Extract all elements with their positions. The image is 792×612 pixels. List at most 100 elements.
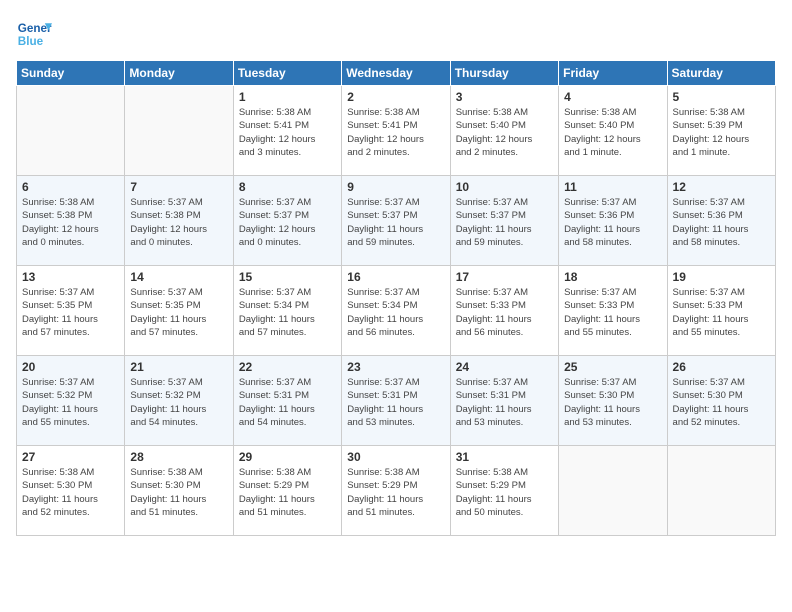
- calendar-week-4: 20Sunrise: 5:37 AMSunset: 5:32 PMDayligh…: [17, 356, 776, 446]
- day-info: Sunrise: 5:37 AMSunset: 5:32 PMDaylight:…: [22, 376, 119, 429]
- calendar-cell: 5 Sunrise: 5:38 AMSunset: 5:39 PMDaylight…: [667, 86, 775, 176]
- day-info: Sunrise: 5:37 AMSunset: 5:35 PMDaylight:…: [22, 286, 119, 339]
- day-number: 23: [347, 360, 444, 374]
- day-number: 19: [673, 270, 770, 284]
- day-info: Sunrise: 5:37 AMSunset: 5:30 PMDaylight:…: [673, 376, 770, 429]
- calendar-cell: 24 Sunrise: 5:37 AMSunset: 5:31 PMDayligh…: [450, 356, 558, 446]
- day-number: 2: [347, 90, 444, 104]
- calendar-week-5: 27 Sunrise: 5:38 AMSunset: 5:30 PMDayligh…: [17, 446, 776, 536]
- day-number: 22: [239, 360, 336, 374]
- day-info: Sunrise: 5:37 AMSunset: 5:36 PMDaylight:…: [673, 196, 770, 249]
- day-info: Sunrise: 5:37 AMSunset: 5:33 PMDaylight:…: [456, 286, 553, 339]
- day-number: 27: [22, 450, 119, 464]
- day-number: 26: [673, 360, 770, 374]
- day-number: 30: [347, 450, 444, 464]
- calendar-cell: 9 Sunrise: 5:37 AMSunset: 5:37 PMDaylight…: [342, 176, 450, 266]
- calendar-table: SundayMondayTuesdayWednesdayThursdayFrid…: [16, 60, 776, 536]
- svg-text:Blue: Blue: [18, 35, 44, 48]
- weekday-header-friday: Friday: [559, 61, 667, 86]
- day-info: Sunrise: 5:37 AMSunset: 5:34 PMDaylight:…: [347, 286, 444, 339]
- day-info: Sunrise: 5:37 AMSunset: 5:33 PMDaylight:…: [673, 286, 770, 339]
- day-info: Sunrise: 5:38 AMSunset: 5:30 PMDaylight:…: [22, 466, 119, 519]
- calendar-cell: 14 Sunrise: 5:37 AMSunset: 5:35 PMDayligh…: [125, 266, 233, 356]
- day-number: 6: [22, 180, 119, 194]
- day-number: 8: [239, 180, 336, 194]
- day-number: 18: [564, 270, 661, 284]
- calendar-cell: [559, 446, 667, 536]
- day-number: 14: [130, 270, 227, 284]
- calendar-cell: 6Sunrise: 5:38 AMSunset: 5:38 PMDaylight…: [17, 176, 125, 266]
- calendar-week-2: 6Sunrise: 5:38 AMSunset: 5:38 PMDaylight…: [17, 176, 776, 266]
- calendar-week-3: 13 Sunrise: 5:37 AMSunset: 5:35 PMDayligh…: [17, 266, 776, 356]
- day-info: Sunrise: 5:38 AMSunset: 5:40 PMDaylight:…: [456, 106, 553, 159]
- day-number: 9: [347, 180, 444, 194]
- calendar-cell: 13 Sunrise: 5:37 AMSunset: 5:35 PMDayligh…: [17, 266, 125, 356]
- day-number: 12: [673, 180, 770, 194]
- calendar-cell: 19 Sunrise: 5:37 AMSunset: 5:33 PMDayligh…: [667, 266, 775, 356]
- day-number: 11: [564, 180, 661, 194]
- calendar-week-1: 1 Sunrise: 5:38 AMSunset: 5:41 PMDaylight…: [17, 86, 776, 176]
- calendar-cell: 4 Sunrise: 5:38 AMSunset: 5:40 PMDaylight…: [559, 86, 667, 176]
- day-number: 4: [564, 90, 661, 104]
- day-info: Sunrise: 5:37 AMSunset: 5:35 PMDaylight:…: [130, 286, 227, 339]
- day-number: 5: [673, 90, 770, 104]
- day-number: 7: [130, 180, 227, 194]
- calendar-cell: 15 Sunrise: 5:37 AMSunset: 5:34 PMDayligh…: [233, 266, 341, 356]
- calendar-cell: [125, 86, 233, 176]
- calendar-cell: 29 Sunrise: 5:38 AMSunset: 5:29 PMDayligh…: [233, 446, 341, 536]
- weekday-header-saturday: Saturday: [667, 61, 775, 86]
- calendar-cell: 31 Sunrise: 5:38 AMSunset: 5:29 PMDayligh…: [450, 446, 558, 536]
- day-number: 1: [239, 90, 336, 104]
- weekday-header-monday: Monday: [125, 61, 233, 86]
- weekday-header-wednesday: Wednesday: [342, 61, 450, 86]
- day-number: 16: [347, 270, 444, 284]
- calendar-cell: 27 Sunrise: 5:38 AMSunset: 5:30 PMDayligh…: [17, 446, 125, 536]
- calendar-cell: 26 Sunrise: 5:37 AMSunset: 5:30 PMDayligh…: [667, 356, 775, 446]
- day-info: Sunrise: 5:38 AMSunset: 5:29 PMDaylight:…: [239, 466, 336, 519]
- calendar-cell: 1 Sunrise: 5:38 AMSunset: 5:41 PMDaylight…: [233, 86, 341, 176]
- day-info: Sunrise: 5:38 AMSunset: 5:41 PMDaylight:…: [239, 106, 336, 159]
- day-info: Sunrise: 5:37 AMSunset: 5:30 PMDaylight:…: [564, 376, 661, 429]
- calendar-cell: 10 Sunrise: 5:37 AMSunset: 5:37 PMDayligh…: [450, 176, 558, 266]
- day-info: Sunrise: 5:37 AMSunset: 5:37 PMDaylight:…: [239, 196, 336, 249]
- calendar-cell: 23Sunrise: 5:37 AMSunset: 5:31 PMDayligh…: [342, 356, 450, 446]
- day-number: 17: [456, 270, 553, 284]
- day-info: Sunrise: 5:37 AMSunset: 5:34 PMDaylight:…: [239, 286, 336, 339]
- day-info: Sunrise: 5:37 AMSunset: 5:38 PMDaylight:…: [130, 196, 227, 249]
- day-number: 15: [239, 270, 336, 284]
- day-number: 31: [456, 450, 553, 464]
- day-info: Sunrise: 5:38 AMSunset: 5:29 PMDaylight:…: [456, 466, 553, 519]
- calendar-cell: [17, 86, 125, 176]
- calendar-cell: [667, 446, 775, 536]
- day-info: Sunrise: 5:37 AMSunset: 5:31 PMDaylight:…: [456, 376, 553, 429]
- page-header: General Blue: [16, 16, 776, 52]
- calendar-cell: 20Sunrise: 5:37 AMSunset: 5:32 PMDayligh…: [17, 356, 125, 446]
- day-info: Sunrise: 5:38 AMSunset: 5:41 PMDaylight:…: [347, 106, 444, 159]
- calendar-cell: 12 Sunrise: 5:37 AMSunset: 5:36 PMDayligh…: [667, 176, 775, 266]
- calendar-cell: 2 Sunrise: 5:38 AMSunset: 5:41 PMDaylight…: [342, 86, 450, 176]
- day-number: 24: [456, 360, 553, 374]
- calendar-cell: 7 Sunrise: 5:37 AMSunset: 5:38 PMDaylight…: [125, 176, 233, 266]
- weekday-header-sunday: Sunday: [17, 61, 125, 86]
- day-info: Sunrise: 5:37 AMSunset: 5:33 PMDaylight:…: [564, 286, 661, 339]
- calendar-cell: 8 Sunrise: 5:37 AMSunset: 5:37 PMDaylight…: [233, 176, 341, 266]
- day-number: 25: [564, 360, 661, 374]
- calendar-cell: 30Sunrise: 5:38 AMSunset: 5:29 PMDayligh…: [342, 446, 450, 536]
- calendar-cell: 11Sunrise: 5:37 AMSunset: 5:36 PMDayligh…: [559, 176, 667, 266]
- day-number: 10: [456, 180, 553, 194]
- day-number: 13: [22, 270, 119, 284]
- calendar-cell: 17 Sunrise: 5:37 AMSunset: 5:33 PMDayligh…: [450, 266, 558, 356]
- calendar-cell: 28 Sunrise: 5:38 AMSunset: 5:30 PMDayligh…: [125, 446, 233, 536]
- calendar-header-row: SundayMondayTuesdayWednesdayThursdayFrid…: [17, 61, 776, 86]
- day-info: Sunrise: 5:38 AMSunset: 5:30 PMDaylight:…: [130, 466, 227, 519]
- day-number: 29: [239, 450, 336, 464]
- calendar-cell: 25 Sunrise: 5:37 AMSunset: 5:30 PMDayligh…: [559, 356, 667, 446]
- day-info: Sunrise: 5:38 AMSunset: 5:39 PMDaylight:…: [673, 106, 770, 159]
- day-info: Sunrise: 5:37 AMSunset: 5:37 PMDaylight:…: [456, 196, 553, 249]
- day-info: Sunrise: 5:37 AMSunset: 5:37 PMDaylight:…: [347, 196, 444, 249]
- day-number: 21: [130, 360, 227, 374]
- day-info: Sunrise: 5:38 AMSunset: 5:40 PMDaylight:…: [564, 106, 661, 159]
- calendar-cell: 3Sunrise: 5:38 AMSunset: 5:40 PMDaylight…: [450, 86, 558, 176]
- day-number: 28: [130, 450, 227, 464]
- logo: General Blue: [16, 16, 56, 52]
